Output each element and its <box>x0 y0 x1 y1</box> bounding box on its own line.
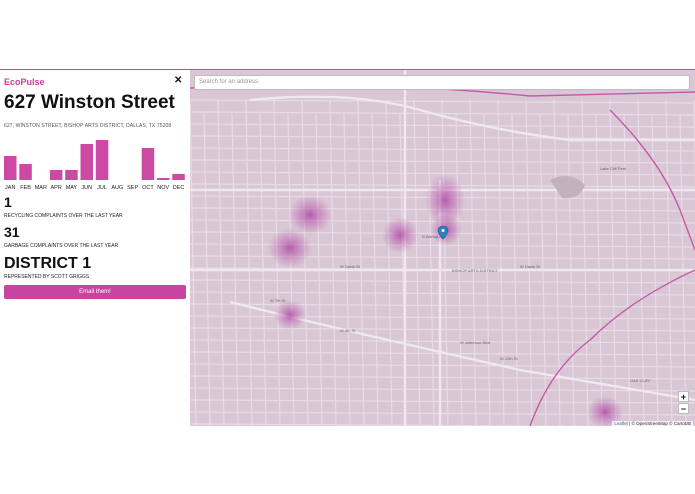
bar-oct <box>141 148 155 180</box>
garbage-count: 31 <box>4 224 20 240</box>
month-label-oct: OCT <box>142 185 154 191</box>
street-label: W Jefferson Blvd <box>460 340 490 345</box>
month-label-dec: DEC <box>173 185 185 191</box>
park-label: Lake Cliff Park <box>600 166 626 171</box>
map-view[interactable]: W Davis St W Davis St N Bishop Ave BISHO… <box>190 70 695 426</box>
month-label-aug: AUG <box>111 185 123 191</box>
close-icon[interactable]: ✕ <box>174 75 182 86</box>
monthly-complaints-chart: JAN FEB MAR APR MAY JUN JUL AUG SEP OCT NOV DEC <box>4 140 185 191</box>
month-label-sep: SEP <box>127 185 138 191</box>
bar-apr <box>49 170 63 180</box>
street-label: W Davis St <box>520 264 541 269</box>
app-window: EcoPulse ✕ 627 Winston Street 627, WINST… <box>0 69 695 426</box>
full-address: 627, WINSTON STREET, BISHOP ARTS DISTRIC… <box>4 123 172 129</box>
leaflet-link[interactable]: Leaflet <box>614 421 628 426</box>
bar-nov <box>157 178 170 180</box>
bar-dec <box>172 174 185 180</box>
month-label-jan: JAN <box>5 185 15 191</box>
info-sidebar: EcoPulse ✕ 627 Winston Street 627, WINST… <box>0 70 190 426</box>
month-label-nov: NOV <box>157 185 169 191</box>
search-input[interactable]: Search for an address. <box>194 75 690 90</box>
month-label-jul: JUL <box>97 185 107 191</box>
attribution-text: | © OpenStreetMap © CartoDB <box>627 421 691 426</box>
month-label-jun: JUN <box>81 185 92 191</box>
zoom-in-button[interactable]: + <box>678 391 689 402</box>
bar-jun <box>80 144 93 180</box>
bar-feb <box>19 164 32 180</box>
month-label-may: MAY <box>66 185 78 191</box>
zoom-out-button[interactable]: − <box>678 403 689 414</box>
month-label-mar: MAR <box>35 185 47 191</box>
street-label: W 7th St <box>270 298 286 303</box>
bar-jan <box>4 156 17 180</box>
map-attribution: Leaflet | © OpenStreetMap © CartoDB <box>612 421 693 426</box>
brand-logo[interactable]: EcoPulse <box>4 77 45 87</box>
month-label-apr: APR <box>50 185 61 191</box>
street-label: W 10th St <box>500 356 518 361</box>
district-name: DISTRICT 1 <box>4 255 92 272</box>
month-label-feb: FEB <box>20 185 31 191</box>
address-title: 627 Winston Street <box>4 92 175 113</box>
email-button[interactable]: Email them! <box>4 285 186 299</box>
bar-may <box>65 170 78 180</box>
bar-jul <box>95 140 109 180</box>
area-label: OAK CLIFF <box>630 378 651 383</box>
representative-label: REPRESENTED BY SCOTT GRIGGS <box>4 274 90 280</box>
street-label: W Davis St <box>340 264 361 269</box>
recycling-count: 1 <box>4 194 12 210</box>
street-label: W 8th St <box>340 328 356 333</box>
garbage-label: GARBAGE COMPLAINTS OVER THE LAST YEAR <box>4 243 119 249</box>
map-tiles[interactable]: W Davis St W Davis St N Bishop Ave BISHO… <box>190 70 695 426</box>
district-label: BISHOP ARTS DISTRICT <box>452 268 499 273</box>
recycling-label: RECYCLING COMPLAINTS OVER THE LAST YEAR <box>4 213 123 219</box>
